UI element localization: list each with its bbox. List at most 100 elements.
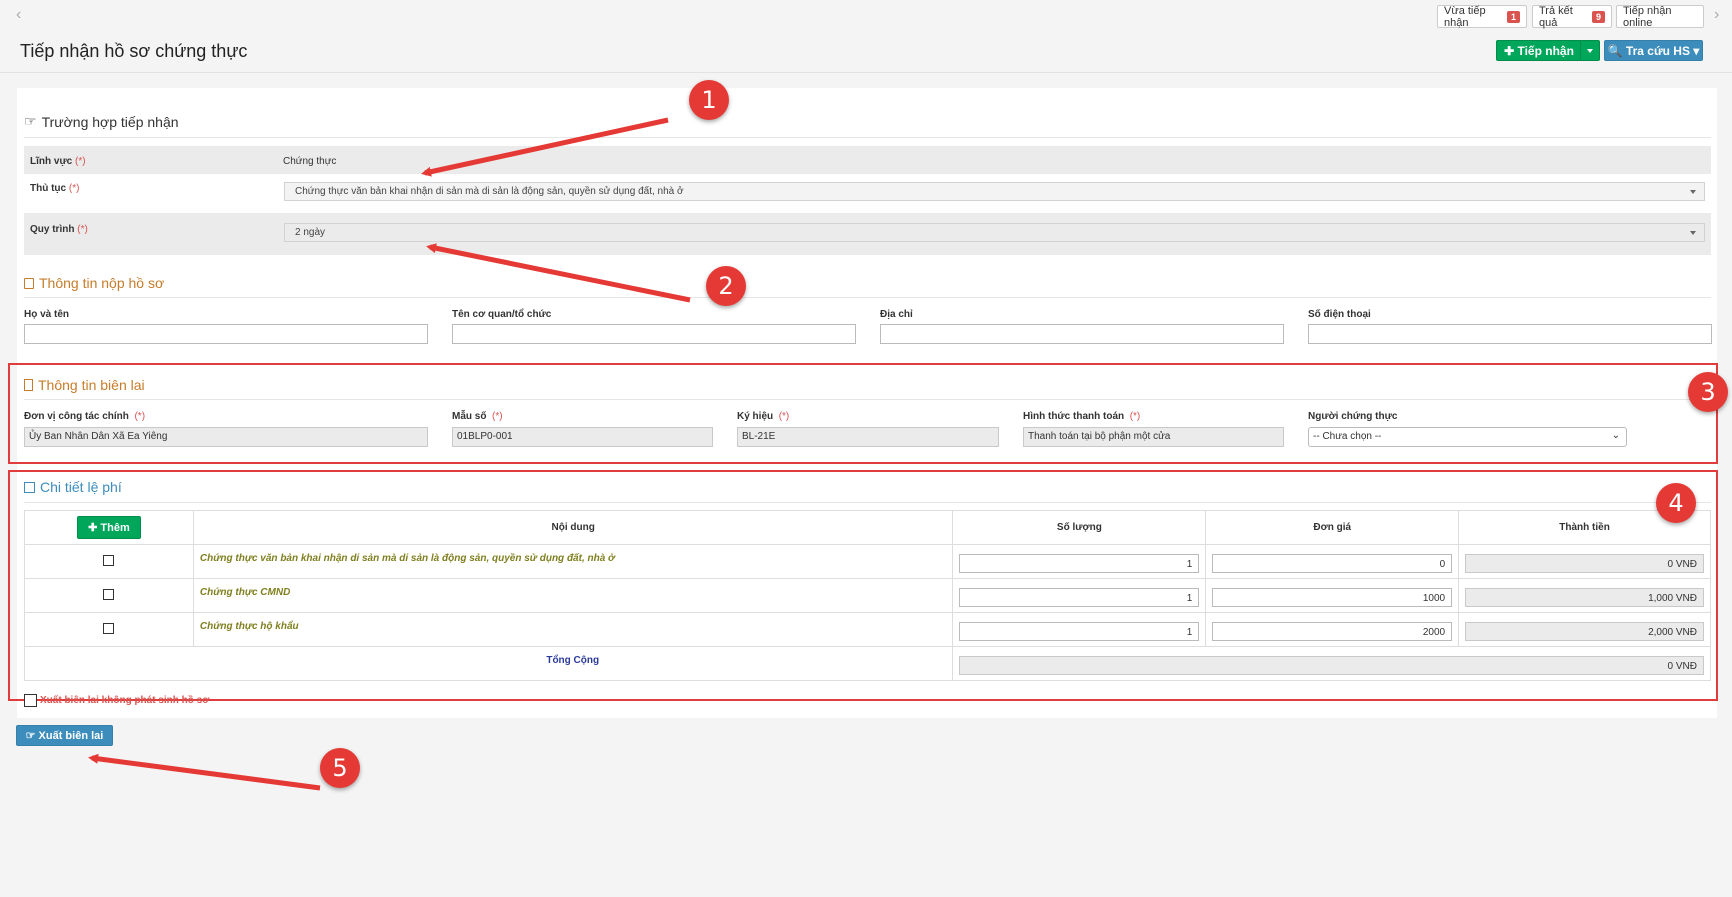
section-divider bbox=[24, 137, 1711, 138]
row-checkbox[interactable] bbox=[103, 588, 115, 600]
row-so-luong-cell: 1 bbox=[952, 612, 1207, 647]
callout-5: 5 bbox=[320, 748, 360, 788]
quy-trinh-label: Quy trình (*) bbox=[30, 224, 88, 235]
header-so-luong: Số lượng bbox=[952, 510, 1207, 545]
nop-ho-so-title-text: Thông tin nộp hồ sơ bbox=[39, 275, 165, 291]
don-vi-input[interactable]: Ủy Ban Nhân Dân Xã Ea Yiêng bbox=[24, 427, 428, 447]
thanh-tien-input: 0 VNĐ bbox=[1465, 554, 1704, 573]
hinh-thuc-input[interactable]: Thanh toán tại bộ phận một cửa bbox=[1023, 427, 1284, 447]
truong-hop-section-title: ☞ Trường hợp tiếp nhận bbox=[24, 113, 179, 130]
thu-tuc-selected: Chứng thực văn bản khai nhận di sản mà d… bbox=[295, 186, 684, 197]
caret-down-icon bbox=[1690, 190, 1696, 194]
thanh-tien-input: 2,000 VNĐ bbox=[1465, 622, 1704, 641]
hand-pointer-icon: ☞ bbox=[25, 730, 36, 742]
don-vi-label: Đơn vị công tác chính (*) bbox=[24, 411, 146, 422]
ky-hieu-input[interactable]: BL-21E bbox=[737, 427, 999, 447]
dia-chi-input[interactable] bbox=[880, 324, 1284, 344]
nguoi-chung-thuc-label: Người chứng thực bbox=[1308, 411, 1398, 422]
row-thanh-tien-cell: 2,000 VNĐ bbox=[1458, 612, 1711, 647]
header-don-gia: Đơn giá bbox=[1205, 510, 1460, 545]
section-divider bbox=[24, 297, 1711, 298]
tra-cuu-hs-button[interactable]: 🔍 Tra cứu HS ▾ bbox=[1604, 40, 1703, 61]
truong-hop-title-text: Trường hợp tiếp nhận bbox=[41, 113, 179, 130]
chevron-down-icon: ⌄ bbox=[1611, 430, 1620, 441]
ho-va-ten-label: Họ và tên bbox=[24, 309, 70, 320]
xuat-khong-ho-so-checkbox[interactable] bbox=[24, 694, 37, 707]
total-row: Tổng Cộng 0 VNĐ bbox=[23, 646, 1711, 681]
don-gia-input[interactable]: 1000 bbox=[1212, 588, 1453, 607]
callout-2: 2 bbox=[706, 266, 746, 306]
row-so-luong-cell: 1 bbox=[952, 544, 1207, 579]
chevron-left-icon[interactable]: ‹ bbox=[16, 6, 21, 24]
vua-tiep-nhan-label: Vừa tiếp nhận bbox=[1444, 4, 1486, 29]
tra-ket-qua-label: Trả kết quả bbox=[1539, 4, 1573, 29]
vua-tiep-nhan-button[interactable]: Vừa tiếp nhận 1 bbox=[1437, 4, 1527, 29]
hand-pointer-icon: ☞ bbox=[24, 113, 37, 129]
ho-va-ten-input[interactable] bbox=[24, 324, 428, 344]
xuat-bien-lai-button[interactable]: ☞ Xuất biên lai bbox=[16, 725, 113, 746]
so-dien-thoai-label: Số điện thoại bbox=[1308, 309, 1371, 320]
row-noi-dung: Chứng thực CMND bbox=[192, 578, 954, 613]
tong-cong-label: Tổng Cộng bbox=[23, 646, 954, 681]
so-luong-input[interactable]: 1 bbox=[959, 622, 1200, 641]
thu-tuc-select[interactable]: Chứng thực văn bản khai nhận di sản mà d… bbox=[284, 182, 1705, 201]
bien-lai-section-title: Thông tin biên lai bbox=[24, 377, 145, 393]
header-divider bbox=[0, 72, 1732, 73]
dia-chi-label: Địa chỉ bbox=[880, 309, 913, 320]
row-checkbox[interactable] bbox=[103, 622, 115, 634]
table-header-row: ✚ Thêm Nội dung Số lượng Đơn giá Thành t… bbox=[24, 510, 1711, 545]
row-don-gia-cell: 2000 bbox=[1205, 612, 1460, 647]
top-bar: ‹ Vừa tiếp nhận 1 Trả kết quả 9 Tiếp nhậ… bbox=[0, 0, 1732, 32]
them-button[interactable]: ✚ Thêm bbox=[77, 516, 141, 539]
table-row: Chứng thực văn bản khai nhận di sản mà d… bbox=[24, 544, 1711, 579]
ky-hieu-label: Ký hiệu (*) bbox=[737, 411, 790, 422]
hinh-thuc-label: Hình thức thanh toán (*) bbox=[1023, 411, 1141, 422]
section-divider bbox=[24, 399, 1711, 400]
page-title: Tiếp nhận hồ sơ chứng thực bbox=[20, 41, 248, 61]
tiep-nhan-dropdown-toggle[interactable] bbox=[1580, 40, 1600, 61]
don-gia-input[interactable]: 0 bbox=[1212, 554, 1453, 573]
header-add-cell: ✚ Thêm bbox=[24, 510, 194, 545]
row-noi-dung: Chứng thực hộ khẩu bbox=[192, 612, 954, 647]
linh-vuc-row bbox=[24, 146, 1711, 174]
le-phi-section-title: Chi tiết lệ phí bbox=[24, 479, 122, 495]
so-luong-input[interactable]: 1 bbox=[959, 554, 1200, 573]
tiep-nhan-online-button[interactable]: Tiếp nhận online bbox=[1616, 4, 1704, 29]
so-dien-thoai-input[interactable] bbox=[1308, 324, 1712, 344]
tra-ket-qua-button[interactable]: Trả kết quả 9 bbox=[1532, 4, 1612, 29]
nguoi-chung-thuc-selected: -- Chưa chọn -- bbox=[1313, 431, 1382, 442]
chevron-right-icon[interactable]: › bbox=[1714, 6, 1719, 24]
section-divider bbox=[24, 502, 1711, 503]
quy-trinh-select[interactable]: 2 ngày bbox=[284, 223, 1705, 242]
table-row: Chứng thực CMND 1 1000 1,000 VNĐ bbox=[24, 578, 1711, 613]
vua-tiep-nhan-badge: 1 bbox=[1506, 10, 1520, 23]
tiep-nhan-online-label: Tiếp nhận online bbox=[1623, 4, 1672, 29]
nguoi-chung-thuc-select[interactable]: -- Chưa chọn -- ⌄ bbox=[1308, 427, 1627, 447]
row-don-gia-cell: 1000 bbox=[1205, 578, 1460, 613]
arrow-5 bbox=[88, 753, 321, 791]
row-select-cell bbox=[24, 578, 194, 613]
thu-tuc-label: Thủ tục (*) bbox=[30, 183, 80, 194]
callout-3: 3 bbox=[1688, 372, 1728, 412]
callout-1: 1 bbox=[689, 80, 729, 120]
row-checkbox[interactable] bbox=[103, 554, 115, 566]
linh-vuc-value: Chứng thực bbox=[283, 156, 337, 167]
row-don-gia-cell: 0 bbox=[1205, 544, 1460, 579]
row-select-cell bbox=[24, 612, 194, 647]
so-luong-input[interactable]: 1 bbox=[959, 588, 1200, 607]
row-so-luong-cell: 1 bbox=[952, 578, 1207, 613]
tong-cong-input: 0 VNĐ bbox=[959, 656, 1704, 675]
tiep-nhan-button[interactable]: ✚ Tiếp nhận bbox=[1496, 40, 1582, 61]
row-thanh-tien-cell: 0 VNĐ bbox=[1458, 544, 1711, 579]
co-quan-label: Tên cơ quan/tổ chức bbox=[452, 309, 552, 320]
xuat-khong-ho-so-row[interactable]: Xuất biên lai không phát sinh hồ sơ bbox=[24, 694, 209, 707]
thanh-tien-input: 1,000 VNĐ bbox=[1465, 588, 1704, 607]
mau-so-input[interactable]: 01BLP0-001 bbox=[452, 427, 713, 447]
co-quan-input[interactable] bbox=[452, 324, 856, 344]
don-gia-input[interactable]: 2000 bbox=[1212, 622, 1453, 641]
header-noi-dung: Nội dung bbox=[192, 510, 954, 545]
xuat-bien-lai-label: Xuất biên lai bbox=[38, 729, 104, 742]
bien-lai-title-text: Thông tin biên lai bbox=[38, 377, 145, 393]
copy-icon bbox=[24, 481, 35, 493]
xuat-khong-ho-so-label: Xuất biên lai không phát sinh hồ sơ bbox=[40, 695, 210, 706]
